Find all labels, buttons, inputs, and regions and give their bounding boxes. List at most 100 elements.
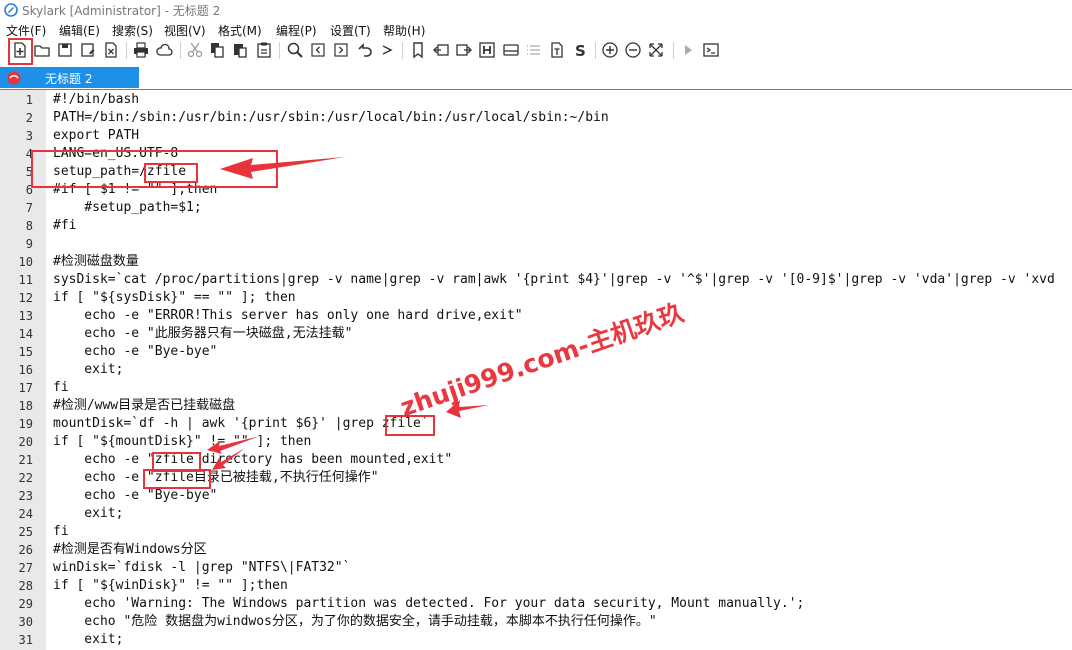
copy-icon[interactable]: [208, 41, 226, 59]
redo-icon[interactable]: [378, 41, 396, 59]
menu-view[interactable]: 视图(V): [164, 22, 206, 39]
menu-edit[interactable]: 编辑(E): [59, 22, 100, 39]
code-line[interactable]: echo -e "Bye-bye": [53, 343, 217, 361]
code-line[interactable]: sysDisk=`cat /proc/partitions|grep -v na…: [53, 271, 1055, 289]
line-number: 31: [18, 633, 33, 647]
line-number: 28: [18, 579, 33, 593]
open-folder-icon[interactable]: [33, 41, 51, 59]
line-number: 6: [25, 183, 33, 197]
run-icon[interactable]: [679, 41, 697, 59]
print-icon[interactable]: [132, 41, 150, 59]
line-number: 11: [18, 273, 33, 287]
code-line[interactable]: echo -e "ERROR!This server has only one …: [53, 307, 522, 325]
list-icon[interactable]: [525, 41, 543, 59]
line-number: 1: [25, 93, 33, 107]
new-file-highlight: [8, 38, 33, 65]
zoom-in-icon[interactable]: [601, 41, 619, 59]
code-line[interactable]: echo "危险 数据盘为windwos分区，为了你的数据安全，请手动挂载，本脚…: [53, 613, 656, 631]
line-number: 12: [18, 291, 33, 305]
toolbar-separator: [180, 42, 181, 59]
code-line[interactable]: #检测是否有Windows分区: [53, 541, 207, 559]
cut-icon[interactable]: [186, 41, 204, 59]
tab-untitled-2[interactable]: 无标题 2: [0, 67, 139, 88]
code-line[interactable]: exit;: [53, 505, 123, 523]
code-line[interactable]: fi: [53, 379, 69, 397]
clipboard-icon[interactable]: [255, 41, 273, 59]
line-number: 14: [18, 327, 33, 341]
code-line[interactable]: #检测磁盘数量: [53, 253, 139, 271]
menu-search[interactable]: 搜索(S): [112, 22, 153, 39]
annotation-arrow-1: [220, 157, 345, 179]
toolbar-separator: [126, 42, 127, 59]
line-number: 27: [18, 561, 33, 575]
code-line[interactable]: if [ "${mountDisk}" != "" ]; then: [53, 433, 311, 451]
line-number: 16: [18, 363, 33, 377]
save-as-icon[interactable]: [79, 41, 97, 59]
line-number: 17: [18, 381, 33, 395]
indent-icon[interactable]: [455, 41, 473, 59]
header-icon[interactable]: [478, 41, 496, 59]
fullscreen-icon[interactable]: [647, 41, 665, 59]
paste-icon[interactable]: [231, 41, 249, 59]
toolbar-separator: [402, 42, 403, 59]
line-number: 20: [18, 435, 33, 449]
bookmark-icon[interactable]: [409, 41, 427, 59]
toolbar-separator: [595, 42, 596, 59]
code-line[interactable]: #setup_path=$1;: [53, 199, 201, 217]
line-number: 10: [18, 255, 33, 269]
file-text-icon[interactable]: [548, 41, 566, 59]
save-icon[interactable]: [56, 41, 74, 59]
code-line[interactable]: PATH=/bin:/sbin:/usr/bin:/usr/sbin:/usr/…: [53, 109, 609, 127]
code-line[interactable]: mountDisk=`df -h | awk '{print $6}' |gre…: [53, 415, 429, 433]
line-number: 9: [25, 237, 33, 251]
line-number: 7: [25, 201, 33, 215]
annotation-arrow-4: [212, 448, 245, 470]
code-line[interactable]: #检测/www目录是否已挂载磁盘: [53, 397, 235, 415]
title-bar: Skylark [Administrator] - 无标题 2: [0, 0, 1072, 20]
cloud-icon[interactable]: [155, 41, 173, 59]
undo-icon[interactable]: [355, 41, 373, 59]
svg-text:S: S: [575, 42, 586, 59]
code-line[interactable]: if [ "${sysDisk}" == "" ]; then: [53, 289, 296, 307]
terminal-icon[interactable]: [702, 41, 720, 59]
annotation-box-zfile-path: [144, 163, 198, 183]
line-number: 23: [18, 489, 33, 503]
line-number: 5: [25, 165, 33, 179]
menu-settings[interactable]: 设置(T): [330, 22, 371, 39]
find-next-icon[interactable]: [332, 41, 350, 59]
goto-icon[interactable]: [432, 41, 450, 59]
menu-format[interactable]: 格式(M): [218, 22, 262, 39]
close-file-icon[interactable]: [102, 41, 120, 59]
window-title: Skylark [Administrator] - 无标题 2: [22, 4, 221, 18]
line-number: 24: [18, 507, 33, 521]
menu-file[interactable]: 文件(F): [6, 22, 46, 39]
print-preview-icon[interactable]: [502, 41, 520, 59]
code-editor[interactable]: 1 2 3 4 5 6 7 8 9 10 11 12 13 14 15 16 17 18 19 20 21 22 23 24 2…: [0, 90, 1072, 650]
code-line[interactable]: export PATH: [53, 127, 139, 145]
symbol-s-icon[interactable]: S: [571, 41, 589, 59]
line-number: 15: [18, 345, 33, 359]
menu-programming[interactable]: 编程(P): [276, 22, 317, 39]
code-line[interactable]: echo -e "Bye-bye": [53, 487, 217, 505]
zoom-out-icon[interactable]: [624, 41, 642, 59]
annotation-box-zfile-chinese: [143, 469, 211, 489]
code-line[interactable]: #fi: [53, 217, 76, 235]
find-icon[interactable]: [286, 41, 304, 59]
line-number: 18: [18, 399, 33, 413]
line-number: 26: [18, 543, 33, 557]
code-line[interactable]: winDisk=`fdisk -l |grep "NTFS\|FAT32"`: [53, 559, 350, 577]
menu-help[interactable]: 帮助(H): [383, 22, 425, 39]
code-line[interactable]: if [ "${winDisk}" != "" ];then: [53, 577, 288, 595]
line-number: 2: [25, 111, 33, 125]
tab-strip: 无标题 2: [0, 66, 1072, 90]
code-line[interactable]: exit;: [53, 361, 123, 379]
code-line[interactable]: #!/bin/bash: [53, 91, 139, 109]
code-line[interactable]: exit;: [53, 631, 123, 649]
toolbar-separator: [279, 42, 280, 59]
app-logo-icon: [4, 3, 18, 17]
find-previous-icon[interactable]: [309, 41, 327, 59]
code-line[interactable]: echo 'Warning: The Windows partition was…: [53, 595, 804, 613]
code-line[interactable]: fi: [53, 523, 69, 541]
line-number: 13: [18, 309, 33, 323]
code-line[interactable]: echo -e "此服务器只有一块磁盘,无法挂载": [53, 325, 352, 343]
